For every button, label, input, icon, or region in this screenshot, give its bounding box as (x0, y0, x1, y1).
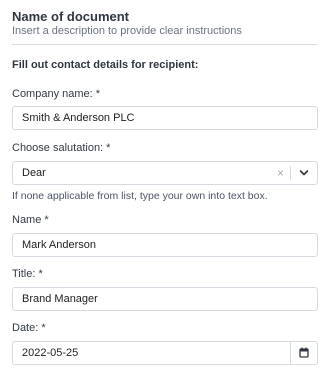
title-value: Brand Manager (22, 293, 98, 305)
header-divider (12, 44, 318, 45)
document-form: Name of document Insert a description to… (0, 0, 330, 381)
select-separator (290, 166, 291, 180)
document-title: Name of document (12, 9, 130, 24)
salutation-value: Dear (22, 167, 46, 179)
date-input[interactable]: 2022-05-25 (12, 341, 318, 365)
salutation-help-text: If none applicable from list, type your … (12, 190, 268, 202)
name-value: Mark Anderson (22, 239, 96, 251)
chevron-down-icon[interactable] (299, 168, 309, 178)
company-name-input[interactable]: Smith & Anderson PLC (12, 106, 318, 130)
name-input[interactable]: Mark Anderson (12, 233, 318, 257)
document-description: Insert a description to provide clear in… (12, 25, 242, 37)
company-name-value: Smith & Anderson PLC (22, 112, 135, 124)
section-title: Fill out contact details for recipient: (12, 59, 199, 71)
title-label: Title: * (12, 268, 43, 280)
salutation-label: Choose salutation: * (12, 142, 111, 154)
salutation-select[interactable]: Dear × (12, 161, 318, 185)
calendar-icon[interactable] (299, 347, 309, 358)
date-label: Date: * (12, 322, 46, 334)
company-name-label: Company name: * (12, 88, 101, 100)
title-input[interactable]: Brand Manager (12, 287, 318, 311)
date-value: 2022-05-25 (22, 347, 79, 359)
date-separator (290, 342, 291, 364)
clear-icon[interactable]: × (277, 166, 284, 180)
name-label: Name * (12, 214, 49, 226)
